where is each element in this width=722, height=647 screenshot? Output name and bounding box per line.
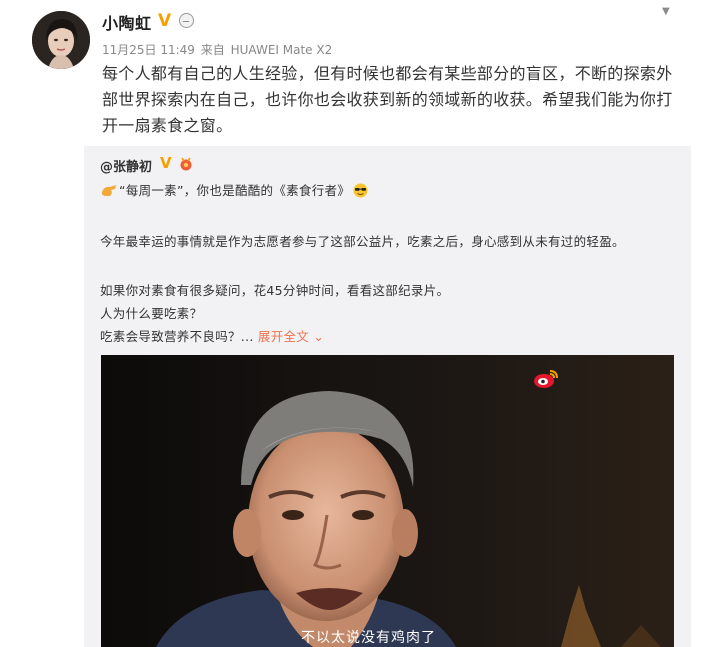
avatar-image bbox=[32, 11, 90, 69]
chevron-down-icon[interactable]: ▼ bbox=[662, 6, 670, 17]
weibo-logo-icon bbox=[534, 370, 558, 388]
video-subtitle: 不以太说没有鸡肉了 bbox=[301, 630, 436, 646]
verified-badge-icon: V bbox=[160, 154, 172, 172]
repost-line-5: 吃素会导致营养不良吗？... 展开全文 ⌄ bbox=[100, 326, 324, 345]
chevron-down-icon: ⌄ bbox=[313, 329, 325, 344]
medal-icon bbox=[180, 157, 192, 171]
post-username[interactable]: 小陶虹 bbox=[102, 10, 152, 34]
repost-line-5-text: 吃素会导致营养不良吗？... bbox=[100, 329, 254, 344]
video-frame bbox=[101, 355, 674, 647]
repost-username[interactable]: @张静初 bbox=[100, 156, 152, 175]
repost-line-3: 如果你对素食有很多疑问，花45分钟时间，看看这部纪录片。 bbox=[100, 283, 450, 298]
expand-label[interactable]: 展开全文 bbox=[258, 329, 309, 344]
video-player[interactable]: 不以太说没有鸡肉了 bbox=[101, 355, 674, 647]
expand-full-text-link[interactable]: 展开全文 ⌄ bbox=[258, 329, 324, 344]
repost-line-2: 今年最幸运的事情就是作为志愿者参与了这部公益片，吃素之后，身心感到从未有过的轻盈… bbox=[100, 234, 625, 249]
repost-line-1-text: “每周一素”，你也是酷酷的《素食行者》 bbox=[119, 183, 351, 198]
repost-line-1: “每周一素”，你也是酷酷的《素食行者》 bbox=[100, 180, 368, 199]
member-level-icon bbox=[179, 13, 194, 28]
cool-emoji-icon bbox=[353, 183, 368, 198]
repost-card[interactable]: @张静初 V “每周一素”，你也是酷酷的《素食行者》 今年最幸运的事情就是作为志… bbox=[84, 146, 691, 647]
verified-badge-icon: V bbox=[158, 11, 172, 31]
avatar[interactable] bbox=[32, 11, 90, 69]
post-meta: 11月25日 11:49 来自 HUAWEI Mate X2 bbox=[102, 41, 334, 58]
post-source[interactable]: HUAWEI Mate X2 bbox=[231, 43, 333, 57]
source-prefix: 来自 bbox=[200, 43, 225, 57]
post-date[interactable]: 11月25日 11:49 bbox=[102, 43, 195, 57]
clap-emoji-icon bbox=[101, 185, 116, 196]
repost-line-4: 人为什么要吃素？ bbox=[100, 306, 203, 321]
post-text: 每个人都有自己的人生经验，但有时候也都会有某些部分的盲区，不断的探索外部世界探索… bbox=[102, 64, 673, 135]
